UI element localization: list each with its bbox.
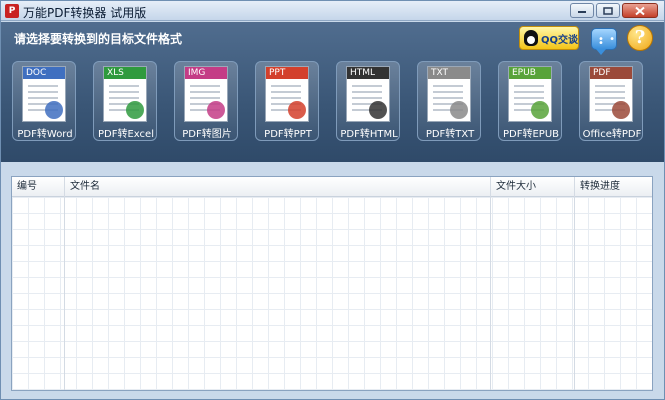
format-tag: TXT [428, 67, 470, 79]
format-tag: IMG [185, 67, 227, 79]
txt-pen-icon: TXT [427, 66, 471, 122]
format-label: PDF转图片 [182, 129, 232, 140]
ppt-icon: PPT [265, 66, 309, 122]
format-button-doc[interactable]: DOC PDF转Word [12, 61, 76, 141]
file-list-body[interactable] [12, 197, 652, 390]
format-tag: HTML [347, 67, 389, 79]
qq-chat-label: QQ交谈 [541, 34, 579, 46]
format-button-xls[interactable]: XLS PDF转Excel [93, 61, 157, 141]
app-icon: P [5, 4, 19, 18]
chat-bubble-icon[interactable]: • • • [591, 28, 617, 55]
column-header-progress[interactable]: 转换进度 [575, 177, 652, 197]
format-button-ppt[interactable]: PPT PDF转PPT [255, 61, 319, 141]
window-controls [570, 3, 658, 18]
maximize-button[interactable] [596, 3, 620, 18]
window-title: 万能PDF转换器 试用版 [23, 6, 147, 20]
help-icon[interactable]: ? [627, 25, 653, 51]
epub-icon: EPUB [508, 66, 552, 122]
qq-penguin-icon [524, 30, 538, 46]
close-button[interactable] [622, 3, 658, 18]
format-prompt: 请选择要转换到的目标文件格式 [14, 32, 183, 46]
word-doc-icon: DOC [22, 66, 66, 122]
file-list-header: 编号 文件名 文件大小 转换进度 [12, 177, 652, 197]
file-list[interactable]: 编号 文件名 文件大小 转换进度 [11, 176, 653, 391]
excel-chart-icon: XLS [103, 66, 147, 122]
column-header-number[interactable]: 编号 [12, 177, 64, 197]
format-button-pdf[interactable]: PDF Office转PDF [579, 61, 643, 141]
format-tag: PPT [266, 67, 308, 79]
format-label: PDF转TXT [425, 129, 475, 140]
format-toolbar: 请选择要转换到的目标文件格式 QQ交谈 • • • ? DOC PDF转Word X… [1, 22, 664, 162]
title-bar[interactable]: P 万能PDF转换器 试用版 [1, 1, 664, 21]
minimize-button[interactable] [570, 3, 594, 18]
html-globe-icon: HTML [346, 66, 390, 122]
minimize-icon [578, 10, 586, 13]
maximize-icon [603, 6, 613, 15]
column-header-filename[interactable]: 文件名 [65, 177, 490, 197]
format-tag: XLS [104, 67, 146, 79]
format-tag: PDF [590, 67, 632, 79]
format-buttons: DOC PDF转Word XLS PDF转Excel IMG PDF转图片 PPT PDF转P… [12, 61, 657, 141]
format-label: PDF转Excel [98, 129, 154, 140]
pdf-acrobat-icon: PDF [589, 66, 633, 122]
close-icon [635, 6, 645, 15]
format-tag: EPUB [509, 67, 551, 79]
image-icon: IMG [184, 66, 228, 122]
format-label: PDF转HTML [340, 129, 398, 140]
app-window: P 万能PDF转换器 试用版 请选择要转换到的目标文件格式 QQ交谈 • • •… [0, 0, 665, 400]
format-button-epub[interactable]: EPUB PDF转EPUB [498, 61, 562, 141]
format-tag: DOC [23, 67, 65, 79]
qq-chat-button[interactable]: QQ交谈 [519, 26, 579, 50]
format-button-html[interactable]: HTML PDF转HTML [336, 61, 400, 141]
column-header-filesize[interactable]: 文件大小 [491, 177, 574, 197]
format-button-img[interactable]: IMG PDF转图片 [174, 61, 238, 141]
format-label: PDF转PPT [264, 129, 312, 140]
format-label: PDF转EPUB [502, 129, 559, 140]
format-label: Office转PDF [582, 129, 642, 140]
format-label: PDF转Word [17, 129, 73, 140]
format-button-txt[interactable]: TXT PDF转TXT [417, 61, 481, 141]
